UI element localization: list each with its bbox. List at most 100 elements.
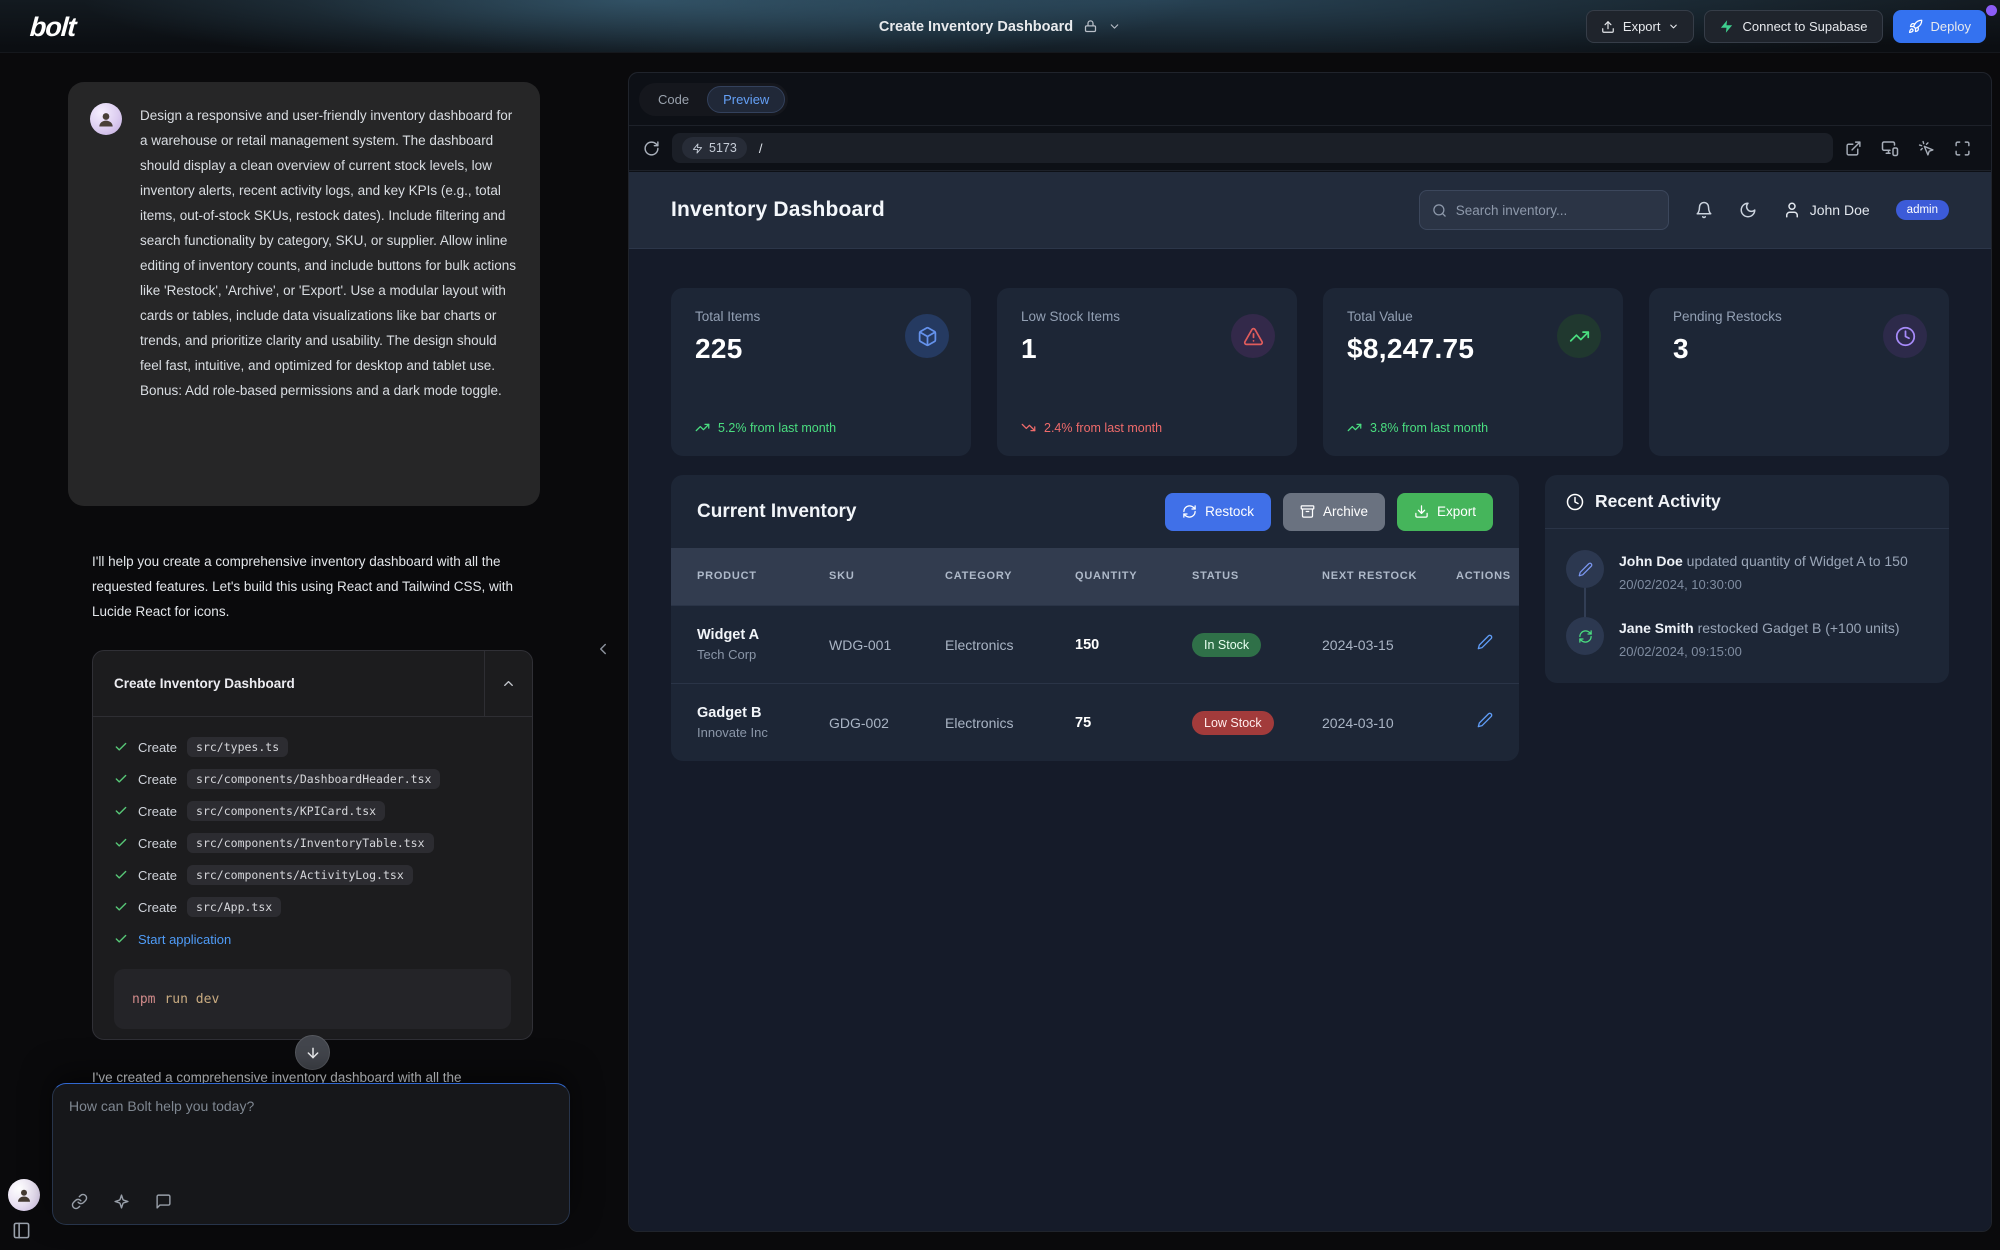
quantity-cell[interactable]: 75: [1075, 715, 1192, 731]
dashboard-header-actions: John Doe admin: [1419, 190, 1949, 230]
column-header: STATUS: [1192, 569, 1322, 584]
step-file-chip[interactable]: src/App.tsx: [187, 897, 281, 917]
topbar-actions: Export Connect to Supabase Deploy: [1586, 10, 1986, 43]
link-icon[interactable]: [71, 1193, 88, 1210]
arrow-down-icon: [305, 1045, 321, 1061]
package-icon: [905, 314, 949, 358]
step-action-label: Create: [138, 804, 177, 819]
kpi-delta: 3.8% from last month: [1347, 420, 1599, 435]
tab-preview[interactable]: Preview: [707, 86, 785, 113]
kpi-delta-text: 2.4% from last month: [1044, 421, 1162, 435]
inspect-cursor-icon[interactable]: [1918, 140, 1935, 157]
collapse-artifact-button[interactable]: [484, 651, 532, 716]
app-preview: Inventory Dashboard John Doe admin: [629, 172, 1991, 1231]
bulk-actions: Restock Archive Export: [1165, 493, 1493, 531]
kpi-delta-text: 3.8% from last month: [1370, 421, 1488, 435]
sparkles-icon[interactable]: [113, 1193, 130, 1210]
recent-activity-card: Recent Activity John Doe updated quantit…: [1545, 475, 1949, 683]
next-restock-cell: 2024-03-10: [1322, 715, 1456, 731]
quantity-cell[interactable]: 150: [1075, 637, 1192, 653]
trending-down-icon: [1021, 420, 1036, 435]
alert-triangle-icon: [1231, 314, 1275, 358]
preview-panel: Code Preview 5173 / Inve: [628, 72, 1992, 1232]
command-bin: npm: [132, 992, 155, 1007]
step-file-chip[interactable]: src/types.ts: [187, 737, 288, 757]
sku-cell: GDG-002: [829, 715, 945, 731]
check-icon: [114, 772, 128, 786]
scroll-to-bottom-button[interactable]: [295, 1035, 330, 1070]
artifact-step: Create src/components/DashboardHeader.ts…: [114, 763, 511, 795]
chat-bubble-icon[interactable]: [155, 1193, 172, 1210]
start-application-link[interactable]: Start application: [138, 932, 231, 947]
profile-avatar[interactable]: [8, 1179, 40, 1211]
dashboard-content: Current Inventory Restock Archive: [671, 475, 1949, 761]
bell-icon[interactable]: [1695, 201, 1713, 219]
user-avatar: [90, 103, 122, 135]
activity-item: Jane Smith restocked Gadget B (+100 unit…: [1566, 617, 1928, 659]
check-icon: [114, 900, 128, 914]
chat-input[interactable]: [69, 1098, 553, 1189]
check-icon: [114, 868, 128, 882]
user-message: Design a responsive and user-friendly in…: [68, 82, 540, 506]
status-badge: In Stock: [1192, 633, 1261, 657]
artifact-step: Create src/components/InventoryTable.tsx: [114, 827, 511, 859]
collapse-chat-button[interactable]: [594, 640, 612, 658]
step-action-label: Create: [138, 868, 177, 883]
edit-pencil-icon[interactable]: [1477, 634, 1493, 650]
step-file-chip[interactable]: src/components/KPICard.tsx: [187, 801, 385, 821]
kpi-card-total-value: Total Value $8,247.75 3.8% from last mon…: [1323, 288, 1623, 456]
sidebar-toggle-icon[interactable]: [12, 1221, 31, 1240]
chevron-down-icon[interactable]: [1108, 20, 1121, 33]
search-input[interactable]: [1456, 203, 1656, 218]
edit-pencil-icon[interactable]: [1477, 712, 1493, 728]
lock-icon: [1083, 19, 1098, 34]
timeline-connector: [1584, 584, 1586, 619]
reload-icon[interactable]: [643, 140, 660, 157]
step-file-chip[interactable]: src/components/ActivityLog.tsx: [187, 865, 413, 885]
column-header: NEXT RESTOCK: [1322, 569, 1456, 584]
activity-action: updated quantity of Widget A to 150: [1683, 553, 1908, 569]
step-file-chip[interactable]: src/components/InventoryTable.tsx: [187, 833, 433, 853]
kpi-card-low-stock: Low Stock Items 1 2.4% from last month: [997, 288, 1297, 456]
artifact-steps: Create src/types.ts Create src/component…: [93, 717, 532, 1029]
notification-dot: [1986, 5, 1997, 16]
deploy-button[interactable]: Deploy: [1893, 10, 1986, 43]
chevron-down-icon: [1668, 21, 1679, 32]
open-external-icon[interactable]: [1845, 140, 1862, 157]
url-path: /: [759, 141, 763, 156]
step-action-label: Create: [138, 740, 177, 755]
topbar: bolt Create Inventory Dashboard Export C…: [0, 0, 2000, 53]
bolt-logo[interactable]: bolt: [29, 12, 77, 43]
export-csv-button[interactable]: Export: [1397, 493, 1493, 531]
restock-button[interactable]: Restock: [1165, 493, 1271, 531]
kpi-card-pending-restocks: Pending Restocks 3: [1649, 288, 1949, 456]
product-cell: Gadget B Innovate Inc: [697, 705, 829, 740]
edit-pencil-icon: [1566, 550, 1604, 588]
dashboard-main: Total Items 225 5.2% from last month Low…: [629, 249, 1991, 761]
trending-up-icon: [1347, 420, 1362, 435]
step-file-chip[interactable]: src/components/DashboardHeader.tsx: [187, 769, 440, 789]
dark-mode-toggle-icon[interactable]: [1739, 201, 1757, 219]
artifact-title: Create Inventory Dashboard: [93, 676, 484, 691]
export-button[interactable]: Export: [1586, 10, 1695, 43]
archive-button[interactable]: Archive: [1283, 493, 1385, 531]
fullscreen-icon[interactable]: [1954, 140, 1971, 157]
connect-supabase-label: Connect to Supabase: [1742, 19, 1867, 34]
column-header: QUANTITY: [1075, 569, 1192, 584]
activity-text: Jane Smith restocked Gadget B (+100 unit…: [1619, 617, 1900, 638]
tab-code[interactable]: Code: [642, 86, 705, 113]
activity-timestamp: 20/02/2024, 09:15:00: [1619, 644, 1900, 659]
role-badge: admin: [1896, 200, 1949, 220]
column-header: PRODUCT: [697, 569, 829, 584]
check-icon: [114, 836, 128, 850]
upload-icon: [1601, 20, 1615, 34]
connect-supabase-button[interactable]: Connect to Supabase: [1704, 10, 1882, 43]
port-badge[interactable]: 5173: [682, 137, 747, 159]
kpi-card-total-items: Total Items 225 5.2% from last month: [671, 288, 971, 456]
rocket-icon: [1908, 19, 1923, 34]
user-menu[interactable]: John Doe: [1783, 201, 1870, 219]
artifact-header: Create Inventory Dashboard: [93, 651, 532, 717]
port-number: 5173: [709, 141, 737, 155]
address-bar[interactable]: 5173 /: [672, 133, 1833, 163]
devices-icon[interactable]: [1881, 139, 1899, 157]
